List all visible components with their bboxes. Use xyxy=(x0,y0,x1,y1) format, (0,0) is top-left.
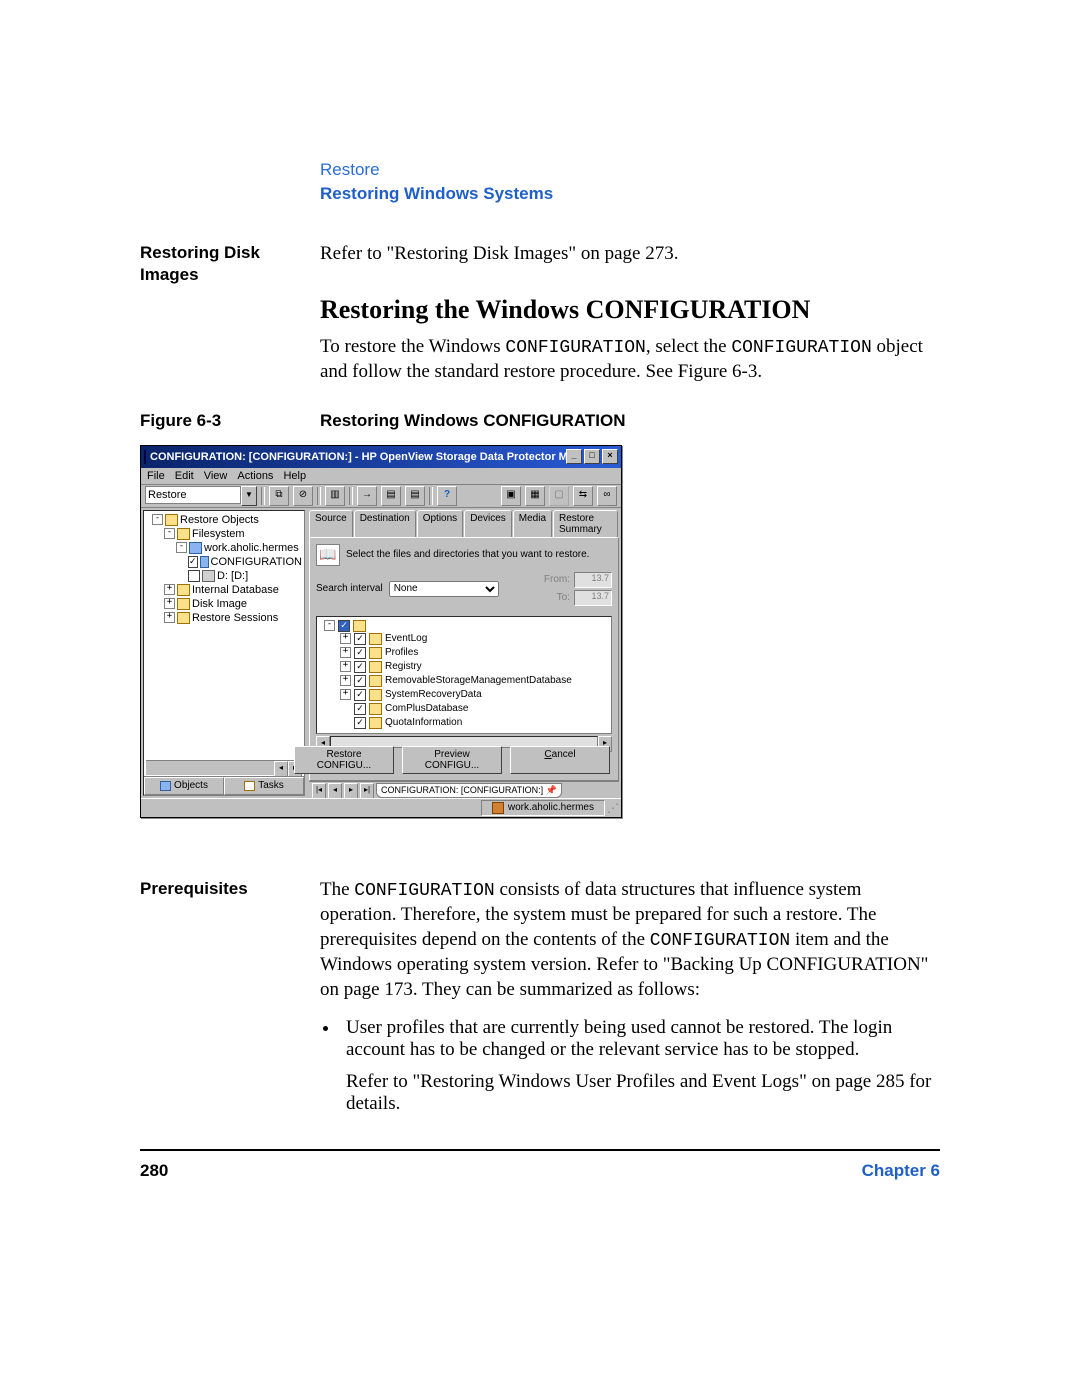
to-value: 13.7 xyxy=(574,590,612,606)
ft-eventlog[interactable]: +✓EventLog xyxy=(320,632,608,646)
status-host: work.aholic.hermes xyxy=(481,800,605,816)
minimize-button[interactable]: _ xyxy=(566,449,582,464)
tree-configuration[interactable]: ✓CONFIGURATION xyxy=(146,555,302,569)
toolbar-icon-6[interactable]: ▤ xyxy=(405,486,425,506)
tree-disk-image[interactable]: +Disk Image xyxy=(146,597,302,611)
to-label: To: xyxy=(557,592,570,603)
menu-bar: File Edit View Actions Help xyxy=(141,468,621,485)
toolbar-icon-2[interactable]: ⊘ xyxy=(293,486,313,506)
chevron-down-icon[interactable]: ▼ xyxy=(241,486,257,506)
ft-root[interactable]: -✓ xyxy=(320,620,608,632)
scoping-pane: -Restore Objects -Filesystem -work.aholi… xyxy=(143,510,305,796)
toolbar-icon-1[interactable]: ⧉ xyxy=(269,486,289,506)
resize-grip[interactable]: ⋰ xyxy=(607,801,619,815)
file-tree: -✓ +✓EventLog +✓Profiles +✓Registry +✓Re… xyxy=(316,616,612,734)
ft-profiles[interactable]: +✓Profiles xyxy=(320,646,608,660)
tree-filesystem[interactable]: -Filesystem xyxy=(146,527,302,541)
tab-devices[interactable]: Devices xyxy=(464,510,512,537)
toolbar-icon-5[interactable]: ▤ xyxy=(381,486,401,506)
tree-restore-objects[interactable]: -Restore Objects xyxy=(146,513,302,527)
section-heading: Restoring the Windows CONFIGURATION xyxy=(320,295,940,325)
context-combo-input[interactable] xyxy=(145,486,241,504)
ft-complus[interactable]: ✓ComPlusDatabase xyxy=(320,702,608,716)
doc-nav-next[interactable]: ▸ xyxy=(344,783,358,799)
from-label: From: xyxy=(544,574,570,585)
tab-options[interactable]: Options xyxy=(417,510,463,537)
menu-file[interactable]: File xyxy=(147,470,165,482)
doc-nav-last[interactable]: ▸| xyxy=(360,783,374,799)
cancel-button[interactable]: Cancel xyxy=(510,746,610,774)
toolbar-right-5[interactable]: ∞ xyxy=(597,486,617,506)
tree-d-drive[interactable]: D: [D:] xyxy=(146,569,302,583)
tree-restore-sessions[interactable]: +Restore Sessions xyxy=(146,611,302,625)
footer-rule xyxy=(140,1149,940,1151)
tab-restore-summary[interactable]: Restore Summary xyxy=(553,510,618,537)
toolbar-icon-3[interactable]: ▥ xyxy=(325,486,345,506)
chapter-link[interactable]: Chapter 6 xyxy=(862,1161,940,1181)
ft-rsmdb[interactable]: +✓RemovableStorageManagementDatabase xyxy=(320,674,608,688)
info-text: Select the files and directories that yo… xyxy=(346,549,589,560)
bullet-1-follow: Refer to "Restoring Windows User Profile… xyxy=(346,1071,940,1115)
margin-label-prerequisites: Prerequisites xyxy=(140,878,302,900)
toolbar-right-3[interactable]: ▢ xyxy=(549,486,569,506)
help-icon[interactable]: ? xyxy=(437,486,457,506)
menu-edit[interactable]: Edit xyxy=(175,470,194,482)
pin-icon[interactable]: 📌 xyxy=(546,785,557,795)
breadcrumb-section: Restoring Windows Systems xyxy=(320,184,940,204)
restore-button[interactable]: Restore CONFIGU... xyxy=(294,746,394,774)
para-restoring-disk-images: Refer to "Restoring Disk Images" on page… xyxy=(320,242,940,267)
tab-source[interactable]: Source xyxy=(309,510,353,537)
para-prerequisites: The CONFIGURATION consists of data struc… xyxy=(320,878,940,1003)
figure-label: Figure 6-3 xyxy=(140,411,320,431)
book-icon: 📖 xyxy=(316,544,340,566)
toolbar-right-4[interactable]: ⇆ xyxy=(573,486,593,506)
doc-nav-first[interactable]: |◂ xyxy=(312,783,326,799)
from-value: 13.7 xyxy=(574,572,612,588)
page-number: 280 xyxy=(140,1161,168,1181)
preview-button[interactable]: Preview CONFIGU... xyxy=(402,746,502,774)
toolbar-right-1[interactable]: ▣ xyxy=(501,486,521,506)
tab-destination[interactable]: Destination xyxy=(354,510,416,537)
bullet-1: User profiles that are currently being u… xyxy=(340,1017,940,1061)
figure-caption: Restoring Windows CONFIGURATION xyxy=(320,411,626,431)
toolbar: ▼ ⧉ ⊘ ▥ → ▤ ▤ ? ▣ ▦ ▢ ⇆ ∞ xyxy=(141,485,621,508)
left-tab-tasks[interactable]: Tasks xyxy=(224,777,304,795)
ft-sysrecovery[interactable]: +✓SystemRecoveryData xyxy=(320,688,608,702)
tree-internal-db[interactable]: +Internal Database xyxy=(146,583,302,597)
doc-nav-prev[interactable]: ◂ xyxy=(328,783,342,799)
tree-host[interactable]: -work.aholic.hermes xyxy=(146,541,302,555)
app-icon xyxy=(144,450,146,464)
menu-actions[interactable]: Actions xyxy=(237,470,273,482)
doc-tab[interactable]: CONFIGURATION: [CONFIGURATION:] 📌 xyxy=(376,783,562,798)
search-interval-label: Search interval xyxy=(316,583,383,594)
tab-media[interactable]: Media xyxy=(513,510,552,537)
menu-help[interactable]: Help xyxy=(283,470,306,482)
results-pane: Source Destination Options Devices Media… xyxy=(309,510,619,796)
ft-quota[interactable]: ✓QuotaInformation xyxy=(320,716,608,730)
host-icon xyxy=(492,802,504,814)
hscroll-left[interactable]: ◂ xyxy=(274,761,288,777)
margin-label-restoring-disk-images: Restoring Disk Images xyxy=(140,242,302,286)
menu-view[interactable]: View xyxy=(204,470,228,482)
search-interval-select[interactable]: None xyxy=(389,581,499,597)
context-combo[interactable]: ▼ xyxy=(145,486,257,506)
screenshot-window: CONFIGURATION: [CONFIGURATION:] - HP Ope… xyxy=(140,445,622,818)
toolbar-icon-4[interactable]: → xyxy=(357,486,377,506)
breadcrumb-top: Restore xyxy=(320,160,940,180)
toolbar-right-2[interactable]: ▦ xyxy=(525,486,545,506)
maximize-button[interactable]: □ xyxy=(584,449,600,464)
close-button[interactable]: × xyxy=(602,449,618,464)
window-title: CONFIGURATION: [CONFIGURATION:] - HP Ope… xyxy=(150,451,566,463)
left-tab-objects[interactable]: Objects xyxy=(144,777,224,795)
para-restore-config: To restore the Windows CONFIGURATION, se… xyxy=(320,335,940,385)
ft-registry[interactable]: +✓Registry xyxy=(320,660,608,674)
